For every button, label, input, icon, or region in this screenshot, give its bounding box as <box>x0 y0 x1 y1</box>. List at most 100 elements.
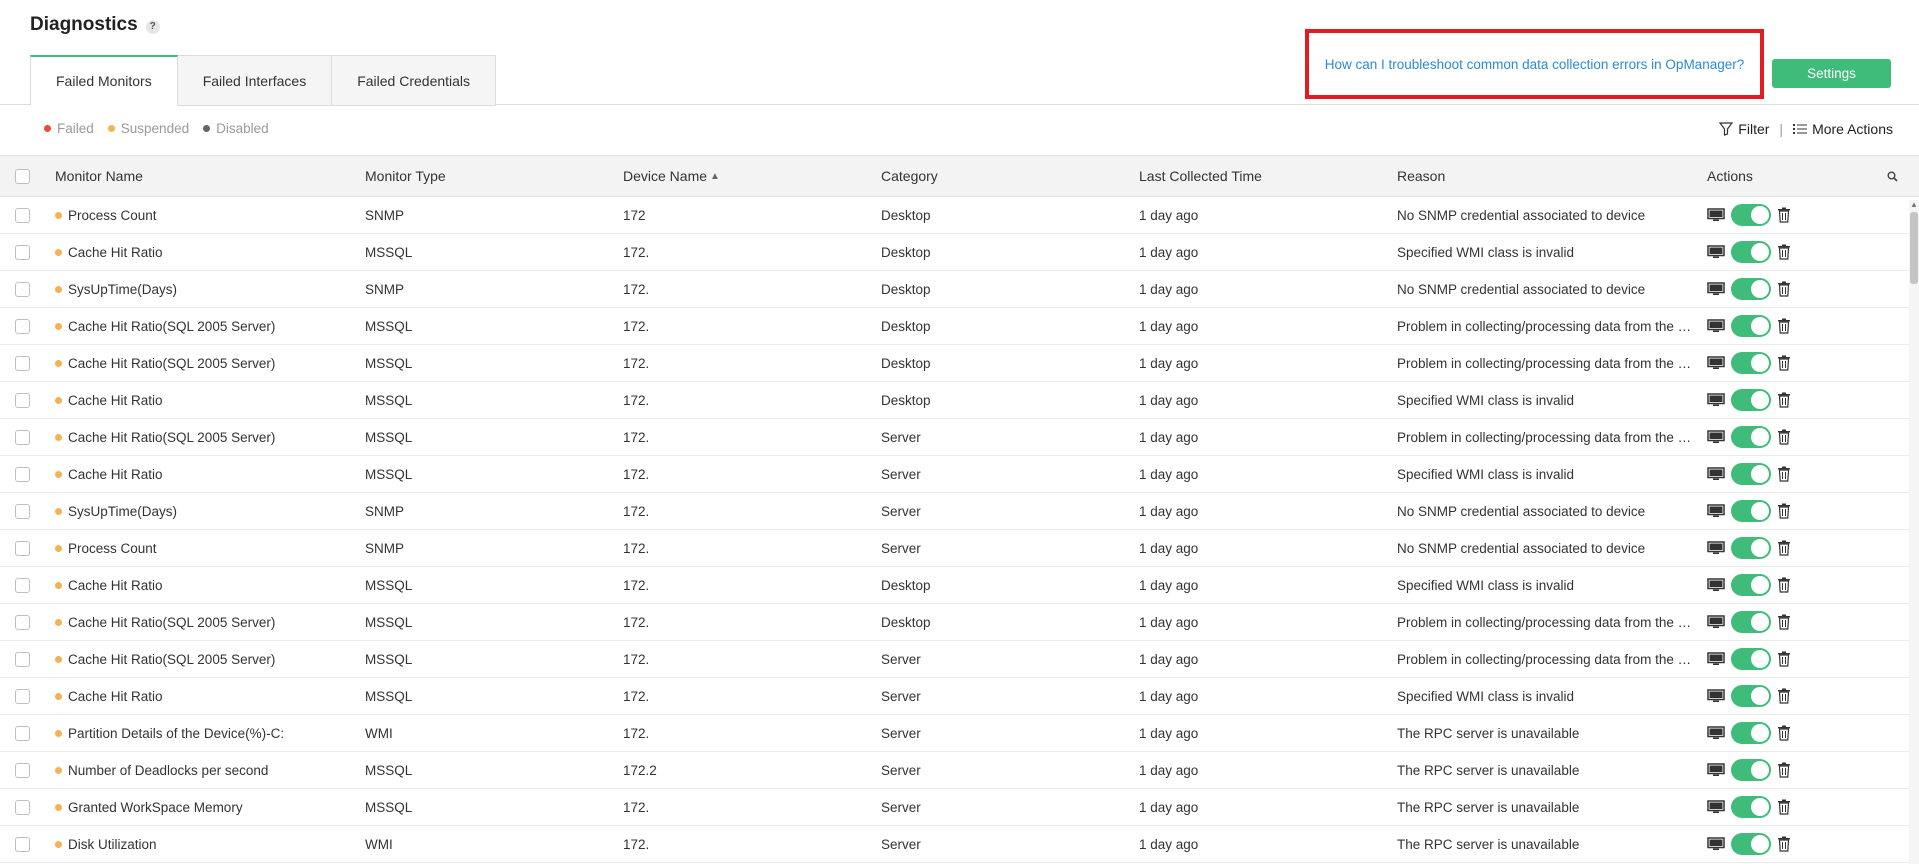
trash-icon[interactable] <box>1777 836 1791 852</box>
monitor-enable-toggle[interactable] <box>1731 685 1771 707</box>
trash-icon[interactable] <box>1777 799 1791 815</box>
monitor-enable-toggle[interactable] <box>1731 759 1771 781</box>
table-row[interactable]: Process Count SNMP 172 Desktop 1 day ago… <box>0 197 1919 234</box>
table-row[interactable]: SysUpTime(Days) SNMP 172. Desktop 1 day … <box>0 271 1919 308</box>
monitor-enable-toggle[interactable] <box>1731 352 1771 374</box>
monitor-enable-toggle[interactable] <box>1731 241 1771 263</box>
trash-icon[interactable] <box>1777 355 1791 371</box>
row-checkbox[interactable] <box>15 318 30 334</box>
monitor-icon[interactable] <box>1707 578 1725 592</box>
monitor-enable-toggle[interactable] <box>1731 426 1771 448</box>
settings-button[interactable]: Settings <box>1772 59 1891 88</box>
trash-icon[interactable] <box>1777 688 1791 704</box>
monitor-enable-toggle[interactable] <box>1731 204 1771 226</box>
row-checkbox[interactable] <box>15 651 30 667</box>
trash-icon[interactable] <box>1777 725 1791 741</box>
col-category[interactable]: Category <box>881 156 1139 196</box>
device-name[interactable]: 172. <box>623 393 649 408</box>
scrollbar-thumb[interactable] <box>1910 212 1918 284</box>
table-row[interactable]: Cache Hit Ratio MSSQL 172. Server 1 day … <box>0 456 1919 493</box>
row-checkbox[interactable] <box>15 466 30 482</box>
table-row[interactable]: Cache Hit Ratio MSSQL 172. Server 1 day … <box>0 678 1919 715</box>
row-checkbox[interactable] <box>15 799 30 815</box>
monitor-enable-toggle[interactable] <box>1731 278 1771 300</box>
monitor-icon[interactable] <box>1707 467 1725 481</box>
device-name[interactable]: 172. <box>623 615 649 630</box>
scroll-up-icon[interactable]: ▲ <box>1910 200 1918 210</box>
trash-icon[interactable] <box>1777 651 1791 667</box>
row-checkbox[interactable] <box>15 540 30 556</box>
trash-icon[interactable] <box>1777 577 1791 593</box>
help-icon[interactable]: ? <box>145 20 160 34</box>
row-checkbox[interactable] <box>15 836 30 852</box>
monitor-enable-toggle[interactable] <box>1731 611 1771 633</box>
monitor-icon[interactable] <box>1707 430 1725 444</box>
monitor-enable-toggle[interactable] <box>1731 315 1771 337</box>
trash-icon[interactable] <box>1777 281 1791 297</box>
row-checkbox[interactable] <box>15 355 30 371</box>
trash-icon[interactable] <box>1777 318 1791 334</box>
troubleshoot-help-link[interactable]: How can I troubleshoot common data colle… <box>1325 57 1744 72</box>
monitor-enable-toggle[interactable] <box>1731 722 1771 744</box>
monitor-enable-toggle[interactable] <box>1731 648 1771 670</box>
table-scrollbar[interactable]: ▲ <box>1909 200 1919 864</box>
monitor-enable-toggle[interactable] <box>1731 500 1771 522</box>
table-search-button[interactable] <box>1887 156 1917 196</box>
monitor-enable-toggle[interactable] <box>1731 537 1771 559</box>
device-name[interactable]: 172. <box>623 504 649 519</box>
table-row[interactable]: Granted WorkSpace Memory MSSQL 172. Serv… <box>0 789 1919 826</box>
more-actions-button[interactable]: More Actions <box>1793 121 1893 137</box>
device-name[interactable]: 172. <box>623 319 649 334</box>
table-row[interactable]: Disk Utilization WMI 172. Server 1 day a… <box>0 826 1919 863</box>
monitor-enable-toggle[interactable] <box>1731 463 1771 485</box>
device-name[interactable]: 172. <box>623 578 649 593</box>
filter-button[interactable]: Filter <box>1719 121 1769 137</box>
monitor-icon[interactable] <box>1707 208 1725 222</box>
table-row[interactable]: Cache Hit Ratio MSSQL 172. Desktop 1 day… <box>0 382 1919 419</box>
device-name[interactable]: 172.2 <box>623 763 657 778</box>
table-row[interactable]: Cache Hit Ratio(SQL 2005 Server) MSSQL 1… <box>0 308 1919 345</box>
monitor-enable-toggle[interactable] <box>1731 574 1771 596</box>
tab-failed-credentials[interactable]: Failed Credentials <box>332 55 497 106</box>
monitor-icon[interactable] <box>1707 541 1725 555</box>
table-row[interactable]: Cache Hit Ratio(SQL 2005 Server) MSSQL 1… <box>0 419 1919 456</box>
device-name[interactable]: 172. <box>623 652 649 667</box>
trash-icon[interactable] <box>1777 762 1791 778</box>
row-checkbox[interactable] <box>15 503 30 519</box>
col-monitor-name[interactable]: Monitor Name <box>55 156 365 196</box>
row-checkbox[interactable] <box>15 614 30 630</box>
trash-icon[interactable] <box>1777 466 1791 482</box>
tab-failed-monitors[interactable]: Failed Monitors <box>30 55 178 106</box>
device-name[interactable]: 172. <box>623 541 649 556</box>
select-all-checkbox[interactable] <box>15 168 30 184</box>
row-checkbox[interactable] <box>15 244 30 260</box>
row-checkbox[interactable] <box>15 725 30 741</box>
table-row[interactable]: Cache Hit Ratio(SQL 2005 Server) MSSQL 1… <box>0 641 1919 678</box>
tab-failed-interfaces[interactable]: Failed Interfaces <box>177 55 333 106</box>
device-name[interactable]: 172. <box>623 245 649 260</box>
table-row[interactable]: Process Count SNMP 172. Server 1 day ago… <box>0 530 1919 567</box>
monitor-icon[interactable] <box>1707 837 1725 851</box>
device-name[interactable]: 172. <box>623 800 649 815</box>
monitor-icon[interactable] <box>1707 615 1725 629</box>
monitor-enable-toggle[interactable] <box>1731 796 1771 818</box>
monitor-icon[interactable] <box>1707 356 1725 370</box>
row-checkbox[interactable] <box>15 577 30 593</box>
row-checkbox[interactable] <box>15 281 30 297</box>
monitor-icon[interactable] <box>1707 800 1725 814</box>
sort-asc-icon[interactable]: ▲ <box>710 171 720 182</box>
row-checkbox[interactable] <box>15 392 30 408</box>
col-monitor-type[interactable]: Monitor Type <box>365 156 623 196</box>
trash-icon[interactable] <box>1777 540 1791 556</box>
table-row[interactable]: Cache Hit Ratio MSSQL 172. Desktop 1 day… <box>0 567 1919 604</box>
row-checkbox[interactable] <box>15 762 30 778</box>
trash-icon[interactable] <box>1777 503 1791 519</box>
monitor-icon[interactable] <box>1707 393 1725 407</box>
device-name[interactable]: 172. <box>623 467 649 482</box>
trash-icon[interactable] <box>1777 244 1791 260</box>
device-name[interactable]: 172. <box>623 356 649 371</box>
trash-icon[interactable] <box>1777 429 1791 445</box>
monitor-icon[interactable] <box>1707 689 1725 703</box>
monitor-enable-toggle[interactable] <box>1731 833 1771 855</box>
table-row[interactable]: Cache Hit Ratio(SQL 2005 Server) MSSQL 1… <box>0 345 1919 382</box>
